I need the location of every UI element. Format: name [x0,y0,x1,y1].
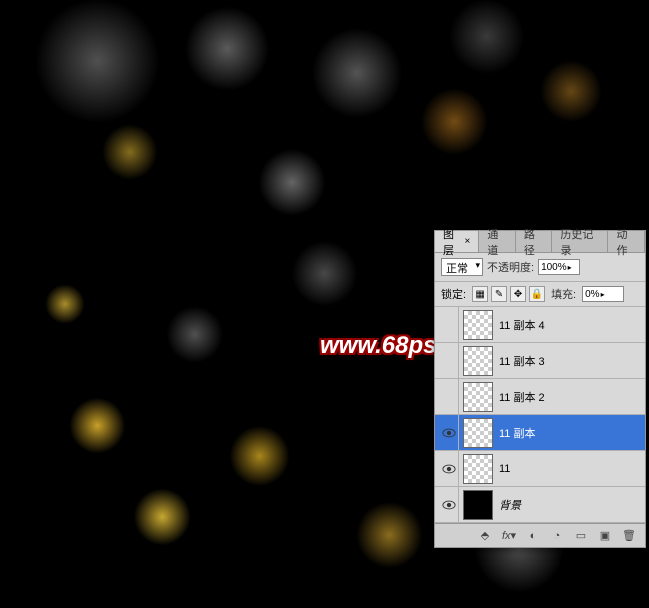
eye-icon [442,428,456,438]
chevron-right-icon[interactable]: ▸ [568,263,572,272]
tab-layers[interactable]: 图层× [435,231,479,252]
adjust-icon[interactable]: ◔ [549,529,565,543]
link-icon[interactable]: ⬘ [477,529,493,543]
visibility-toggle[interactable] [439,415,459,450]
layer-thumbnail[interactable] [463,418,493,448]
group-icon[interactable]: ▭ [573,529,589,543]
lock-transparency-icon[interactable]: ▦ [472,286,488,302]
layer-list: 11 副本 4 11 副本 3 11 副本 2 11 副本 11 背景 [435,307,645,523]
layer-name-label[interactable]: 背景 [499,497,521,513]
layer-name-label[interactable]: 11 [499,463,510,475]
layer-name-label[interactable]: 11 副本 [499,425,535,441]
layer-name-label[interactable]: 11 副本 3 [499,353,545,369]
mask-icon[interactable]: ◐ [525,529,541,543]
panel-lock-row: 锁定: ▦ ✎ ✥ 🔒 填充: 0%▸ [435,282,645,307]
lock-all-icon[interactable]: 🔒 [529,286,545,302]
blend-mode-select[interactable]: 正常 [441,258,483,276]
layer-name-label[interactable]: 11 副本 4 [499,317,545,333]
layer-thumbnail[interactable] [463,382,493,412]
tab-label: 图层 [443,226,462,258]
layer-row[interactable]: 11 副本 4 [435,307,645,343]
visibility-toggle[interactable] [439,487,459,522]
fx-icon[interactable]: fx▾ [501,529,517,543]
layer-row[interactable]: 11 副本 3 [435,343,645,379]
opacity-label: 不透明度: [487,259,534,275]
tab-paths[interactable]: 路径 [516,231,553,252]
new-icon[interactable]: ▣ [597,529,613,543]
tab-actions[interactable]: 动作 [608,231,645,252]
layer-thumbnail[interactable] [463,346,493,376]
layer-row[interactable]: 背景 [435,487,645,523]
tab-channels[interactable]: 通道 [479,231,516,252]
fill-label: 填充: [551,286,576,302]
panel-footer: ⬘ fx▾ ◐ ◔ ▭ ▣ 🗑 [435,523,645,547]
opacity-input[interactable]: 100%▸ [538,259,580,275]
lock-position-icon[interactable]: ✥ [510,286,526,302]
layer-thumbnail[interactable] [463,490,493,520]
layer-row[interactable]: 11 [435,451,645,487]
close-icon[interactable]: × [465,236,471,247]
layers-panel: 图层× 通道 路径 历史记录 动作 正常 不透明度: 100%▸ 锁定: ▦ ✎… [434,230,646,548]
chevron-right-icon[interactable]: ▸ [601,290,605,299]
lock-image-icon[interactable]: ✎ [491,286,507,302]
visibility-toggle[interactable] [439,307,459,342]
eye-icon [442,500,456,510]
layer-name-label[interactable]: 11 副本 2 [499,389,545,405]
trash-icon[interactable]: 🗑 [621,529,637,543]
visibility-toggle[interactable] [439,379,459,414]
fill-input[interactable]: 0%▸ [582,286,624,302]
eye-icon [442,464,456,474]
layer-thumbnail[interactable] [463,310,493,340]
lock-icons: ▦ ✎ ✥ 🔒 [472,286,545,302]
visibility-toggle[interactable] [439,343,459,378]
lock-label: 锁定: [441,286,466,302]
tab-history[interactable]: 历史记录 [552,231,608,252]
layer-row[interactable]: 11 副本 2 [435,379,645,415]
panel-tabs: 图层× 通道 路径 历史记录 动作 [435,231,645,253]
layer-thumbnail[interactable] [463,454,493,484]
layer-row[interactable]: 11 副本 [435,415,645,451]
visibility-toggle[interactable] [439,451,459,486]
